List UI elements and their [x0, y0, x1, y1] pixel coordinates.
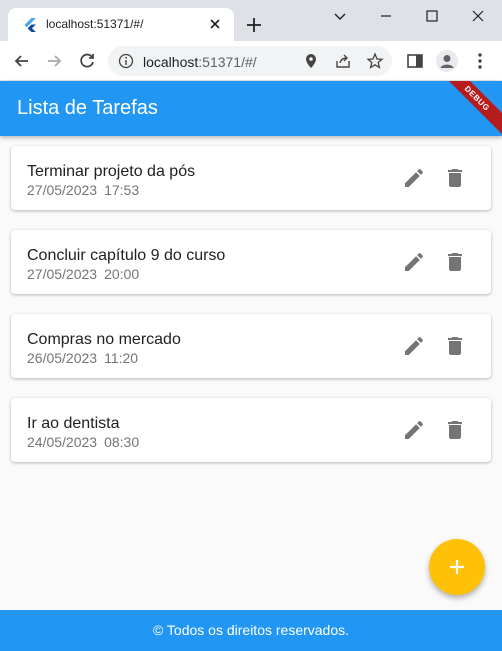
- browser-toolbar: localhost:51371/#/: [0, 41, 502, 81]
- task-card[interactable]: Concluir capítulo 9 do curso 27/05/2023 2…: [11, 230, 491, 294]
- task-card[interactable]: Ir ao dentista 24/05/2023 08:30: [11, 398, 491, 462]
- task-datetime: 27/05/2023 20:00: [27, 266, 139, 282]
- reload-icon[interactable]: [77, 51, 97, 71]
- task-time: 20:00: [104, 266, 140, 282]
- debug-banner: DEBUG: [432, 81, 502, 136]
- close-window-icon[interactable]: [468, 6, 488, 26]
- task-date: 27/05/2023: [27, 266, 98, 282]
- task-time: 11:20: [104, 350, 139, 366]
- close-tab-icon[interactable]: [206, 15, 224, 33]
- maximize-icon[interactable]: [422, 6, 442, 26]
- task-datetime: 27/05/2023 17:53: [27, 182, 139, 198]
- menu-dots-icon[interactable]: [470, 51, 490, 71]
- url-text[interactable]: localhost:51371/#/: [143, 54, 257, 70]
- task-title: Ir ao dentista: [27, 415, 120, 432]
- location-pin-icon[interactable]: [302, 52, 320, 70]
- task-list: Terminar projeto da pós 27/05/2023 17:53 …: [11, 146, 491, 482]
- forward-icon[interactable]: [44, 51, 64, 71]
- browser-tab[interactable]: localhost:51371/#/: [8, 8, 234, 41]
- task-title: Terminar projeto da pós: [27, 163, 196, 180]
- task-date: 27/05/2023: [27, 182, 98, 198]
- side-panel-icon[interactable]: [405, 51, 425, 71]
- page-title: Lista de Tarefas: [17, 97, 158, 119]
- plus-icon: [450, 560, 464, 574]
- edit-icon[interactable]: [402, 418, 426, 442]
- edit-icon[interactable]: [402, 250, 426, 274]
- task-datetime: 26/05/2023 11:20: [27, 350, 138, 366]
- task-time: 17:53: [104, 182, 140, 198]
- delete-icon[interactable]: [443, 418, 467, 442]
- address-bar[interactable]: localhost:51371/#/: [108, 46, 392, 76]
- minimize-icon[interactable]: [376, 6, 396, 26]
- info-icon[interactable]: [118, 53, 134, 69]
- task-time: 08:30: [104, 434, 140, 450]
- task-date: 26/05/2023: [27, 350, 98, 366]
- task-card[interactable]: Terminar projeto da pós 27/05/2023 17:53: [11, 146, 491, 210]
- back-icon[interactable]: [12, 51, 32, 71]
- task-datetime: 24/05/2023 08:30: [27, 434, 139, 450]
- browser-tabstrip: localhost:51371/#/: [0, 0, 502, 41]
- edit-icon[interactable]: [402, 166, 426, 190]
- bookmark-star-icon[interactable]: [366, 52, 384, 70]
- flutter-logo-icon: [24, 18, 36, 32]
- share-icon[interactable]: [334, 52, 352, 70]
- delete-icon[interactable]: [443, 334, 467, 358]
- task-date: 24/05/2023: [27, 434, 98, 450]
- delete-icon[interactable]: [443, 250, 467, 274]
- app-bar: Lista de Tarefas DEBUG: [0, 81, 502, 136]
- profile-avatar[interactable]: [436, 50, 458, 72]
- delete-icon[interactable]: [443, 166, 467, 190]
- footer-text: © Todos os direitos reservados.: [152, 622, 350, 638]
- add-task-button[interactable]: [429, 539, 485, 595]
- task-card[interactable]: Compras no mercado 26/05/2023 11:20: [11, 314, 491, 378]
- task-title: Concluir capítulo 9 do curso: [27, 247, 226, 264]
- edit-icon[interactable]: [402, 334, 426, 358]
- new-tab-icon[interactable]: [244, 15, 264, 35]
- tab-title: localhost:51371/#/: [46, 17, 144, 31]
- person-icon: [440, 55, 454, 68]
- footer: © Todos os direitos reservados.: [0, 610, 502, 651]
- chevron-down-icon[interactable]: [330, 6, 350, 26]
- task-title: Compras no mercado: [27, 331, 181, 348]
